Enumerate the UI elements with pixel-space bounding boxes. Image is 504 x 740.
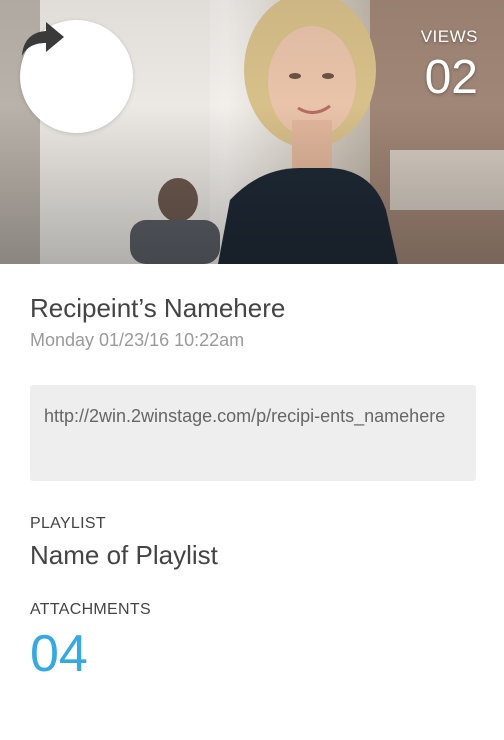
sent-timestamp: Monday 01/23/16 10:22am [30, 330, 245, 350]
recipient-name: Recipeint’s Namehere [30, 293, 286, 323]
attachments-label: ATTACHMENTS [30, 601, 151, 618]
views-counter: VIEWS 02 [421, 26, 478, 104]
share-button[interactable] [20, 20, 133, 133]
views-count: 02 [424, 51, 478, 104]
playlist-label: PLAYLIST [30, 515, 106, 532]
views-label: VIEWS [420, 27, 478, 46]
recipient-card: VIEWS 02 Recipeint’s Namehere Monday 01/… [0, 0, 504, 740]
details-section: Recipeint’s Namehere Monday 01/23/16 10:… [30, 290, 476, 683]
attachments-count[interactable]: 04 [30, 625, 476, 683]
playlist-name[interactable]: Name of Playlist [30, 539, 476, 571]
share-url-box[interactable]: http://2win.2winstage.com/p/recipi-ents_… [30, 385, 476, 481]
hero-photo: VIEWS 02 [0, 0, 504, 264]
